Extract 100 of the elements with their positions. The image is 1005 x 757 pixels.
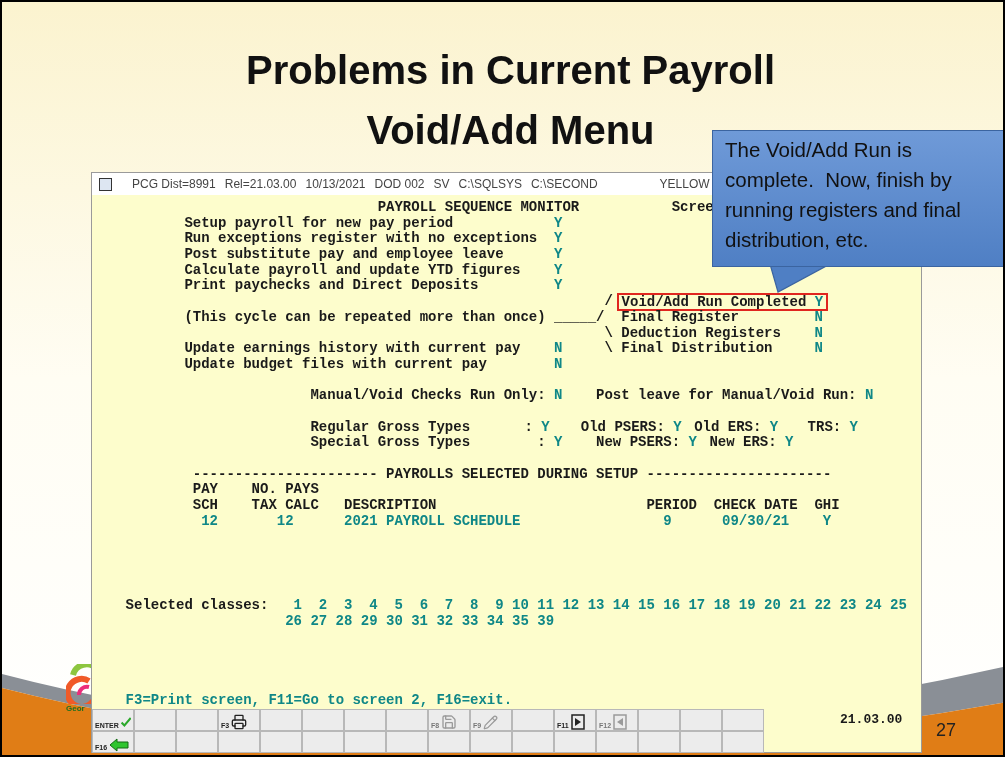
screen-label: Scree (671, 200, 714, 216)
field-value: N (814, 325, 823, 342)
class-number: 4 (369, 597, 378, 614)
field-value: Y (673, 419, 682, 436)
field-label: Run exceptions register with no exceptions (184, 231, 539, 247)
connector-line: _____/ (554, 309, 605, 326)
slide-title: Problems in Current Payroll (246, 47, 775, 94)
field-label: Post substitute pay and employee leave (184, 247, 505, 263)
field-label: Setup payroll for new pay period (184, 215, 455, 231)
class-number: 19 (738, 597, 756, 614)
field-label: Selected classes: (125, 598, 270, 616)
callout-text: The Void/Add Run is complete. Now, finish by running registers and final distribution, etc. (725, 137, 962, 253)
field-value: Y (688, 435, 697, 451)
status-text: PCG Dist=8991 (132, 176, 216, 193)
class-number: 13 (587, 597, 605, 614)
pencil-icon (483, 715, 499, 731)
field-label: New ERS: (709, 435, 777, 451)
field-label: (This cycle can be repeated more than once) (184, 309, 547, 326)
class-number: 11 (537, 597, 555, 614)
field-label: Old PSERS: (580, 419, 665, 436)
status-text: SV (433, 176, 450, 193)
class-number: 17 (688, 597, 706, 614)
status-text: Rel=21.03.00 (224, 176, 297, 193)
field-label: Final Register (621, 309, 739, 326)
branch-mark: \ (604, 324, 613, 341)
column-header: CHECK DATE (713, 496, 799, 514)
field-value: Y (554, 435, 564, 451)
field-value: Y (785, 435, 794, 451)
class-number: 32 (436, 613, 454, 630)
class-number: 30 (386, 613, 403, 630)
field-value: Y (554, 215, 563, 232)
class-number: 18 (713, 597, 731, 614)
field-label: Void/Add Run Completed (621, 295, 808, 310)
field-value: N (554, 388, 564, 404)
field-value: Y (849, 419, 858, 436)
branch-mark: \ (604, 340, 613, 357)
table-cell: 9 (663, 512, 672, 529)
field-label: TRS: (807, 419, 842, 436)
colon-separator: : (524, 418, 533, 435)
class-number: 35 (512, 613, 529, 630)
field-label: Calculate payroll and update YTD figures (184, 262, 522, 278)
field-value: N (554, 341, 563, 357)
column-header: PAY SCH (192, 482, 220, 514)
table-cell: Y (822, 512, 832, 529)
field-value: Y (554, 247, 563, 263)
branch-mark: / (604, 293, 613, 310)
column-header: DESCRIPTION (344, 496, 438, 514)
class-number: 31 (411, 613, 429, 630)
screen-title: PAYROLL SEQUENCE MONITOR (377, 200, 581, 216)
field-value: Y (554, 231, 563, 248)
field-label: Print paychecks and Direct Deposits (184, 278, 480, 295)
section-heading: ---------------------- PAYROLLS SELECTED DURING SETUP ---------------------- (192, 466, 832, 483)
column-header: PERIOD (646, 496, 698, 514)
class-number: 29 (360, 613, 378, 630)
class-number: 6 (419, 597, 429, 614)
class-number: 25 (890, 597, 907, 614)
field-label: Special Gross Types (310, 435, 472, 451)
field-value: Y (554, 262, 563, 279)
class-number: 39 (537, 613, 555, 630)
field-value: N (814, 341, 823, 357)
status-text: 10/13/2021 (305, 176, 366, 193)
class-number: 24 (864, 597, 882, 614)
class-number: 34 (486, 613, 504, 630)
table-cell: 2021 PAYROLL SCHEDULE (344, 512, 521, 529)
colon-separator: : (537, 434, 546, 451)
class-number: 8 (470, 597, 479, 614)
status-text: YELLOW (659, 176, 710, 193)
field-label: New PSERS: (596, 435, 681, 451)
status-text: C:\SQLSYS (458, 176, 522, 193)
class-number: 9 (495, 597, 504, 614)
page-number: 27 (936, 719, 957, 742)
version-number: 21.03.00 (840, 712, 903, 730)
field-label: Old ERS: (694, 419, 762, 436)
status-text: C:\SECOND (530, 176, 598, 193)
field-value: N (554, 356, 563, 373)
class-number: 28 (335, 613, 353, 630)
field-label: Final Distribution (621, 341, 774, 357)
logo-text: Geor (66, 704, 86, 713)
class-number: 12 (562, 597, 580, 614)
class-number: 33 (461, 613, 479, 630)
field-value: Y (814, 295, 824, 310)
field-value: Y (554, 278, 563, 295)
class-number: 15 (638, 597, 655, 614)
slide-title: Void/Add Menu (366, 107, 655, 154)
class-number: 26 (285, 613, 302, 630)
class-number: 20 (764, 597, 781, 614)
printer-icon (231, 714, 248, 731)
help-text: F3=Print screen, F11=Go to screen 2, F16=exit. (125, 692, 513, 709)
class-number: 14 (612, 597, 630, 614)
left-arrow-icon (109, 738, 130, 753)
app-icon (99, 177, 112, 191)
class-number: 21 (789, 597, 807, 614)
field-label: Regular Gross Types (310, 419, 472, 435)
class-number: 22 (814, 597, 832, 614)
class-number: 7 (444, 597, 454, 614)
class-number: 27 (310, 613, 328, 630)
field-value: N (814, 309, 823, 326)
class-number: 16 (663, 597, 681, 614)
class-number: 1 (293, 597, 302, 614)
field-value: N (864, 388, 874, 404)
